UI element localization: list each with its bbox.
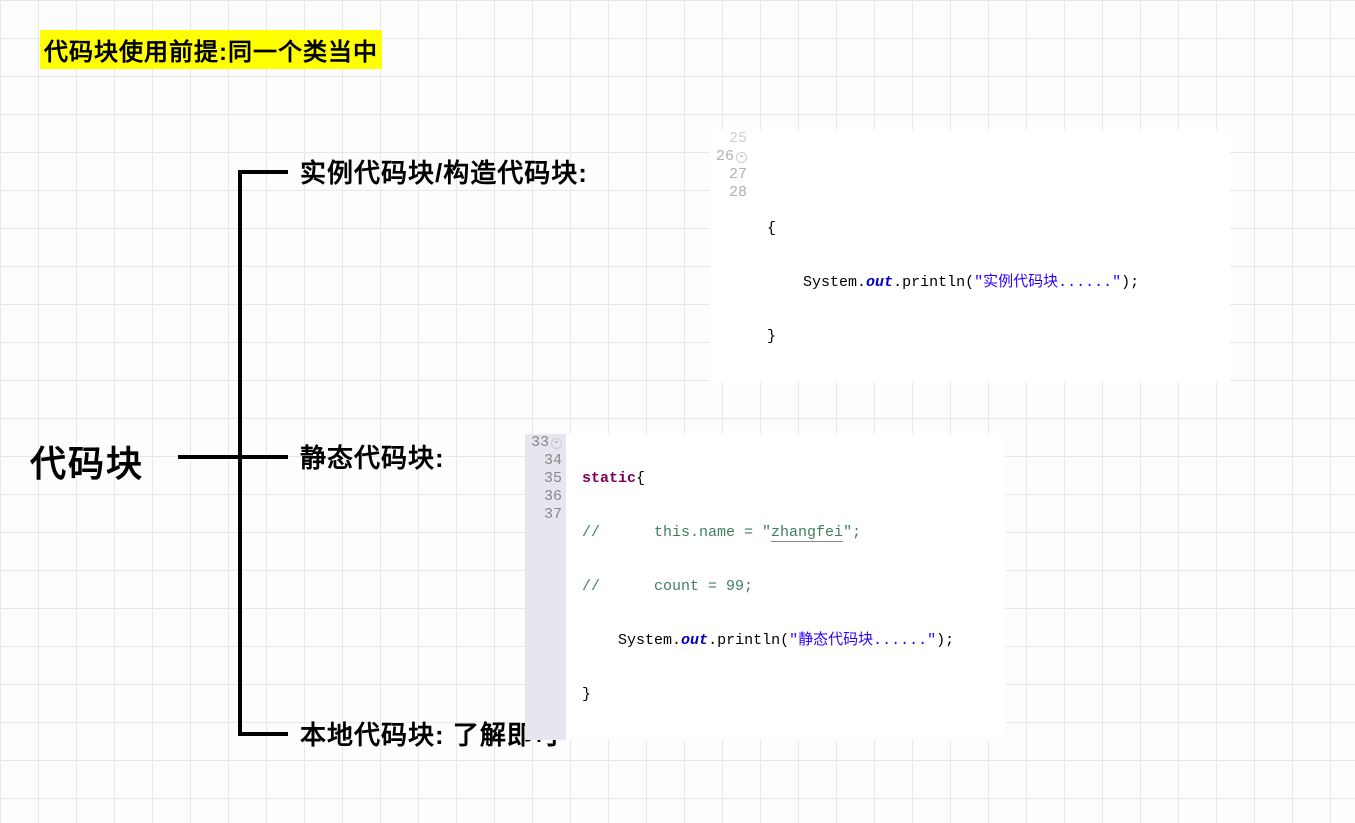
line-num: 25 <box>729 130 747 147</box>
line-num: 33 <box>531 434 549 451</box>
line-num: 28 <box>729 184 747 201</box>
title-highlight: 代码块使用前提:同一个类当中 <box>40 30 382 69</box>
code1-gutter: 25 26- 27 28 <box>710 130 751 382</box>
branch-label-local: 本地代码块: 了解即可 <box>300 715 561 752</box>
line-num: 35 <box>544 470 562 487</box>
branch-line-2 <box>238 455 288 459</box>
line-num: 34 <box>544 452 562 469</box>
branch-line-1 <box>238 170 288 174</box>
root-connector <box>178 455 238 459</box>
line-num: 37 <box>544 506 562 523</box>
fold-icon[interactable]: - <box>551 438 562 449</box>
fold-icon[interactable]: - <box>736 152 747 163</box>
branch-label-instance: 实例代码块/构造代码块: <box>300 153 588 190</box>
code-snippet-instance: 25 26- 27 28 { System.out.println("实例代码块… <box>710 130 1230 382</box>
root-node: 代码块 <box>30 435 144 487</box>
bracket-vertical <box>238 170 242 736</box>
line-num: 27 <box>729 166 747 183</box>
line-num: 36 <box>544 488 562 505</box>
code2-gutter: 33- 34 35 36 37 <box>525 434 566 740</box>
code2-text: static{ // this.name = "zhangfei"; // co… <box>566 434 1005 740</box>
code-snippet-static: 33- 34 35 36 37 static{ // this.name = "… <box>525 434 1005 740</box>
branch-label-static: 静态代码块: <box>300 438 445 475</box>
branch-line-3 <box>238 732 288 736</box>
line-num: 26 <box>716 148 734 165</box>
code1-text: { System.out.println("实例代码块......"); } <box>751 130 1230 382</box>
